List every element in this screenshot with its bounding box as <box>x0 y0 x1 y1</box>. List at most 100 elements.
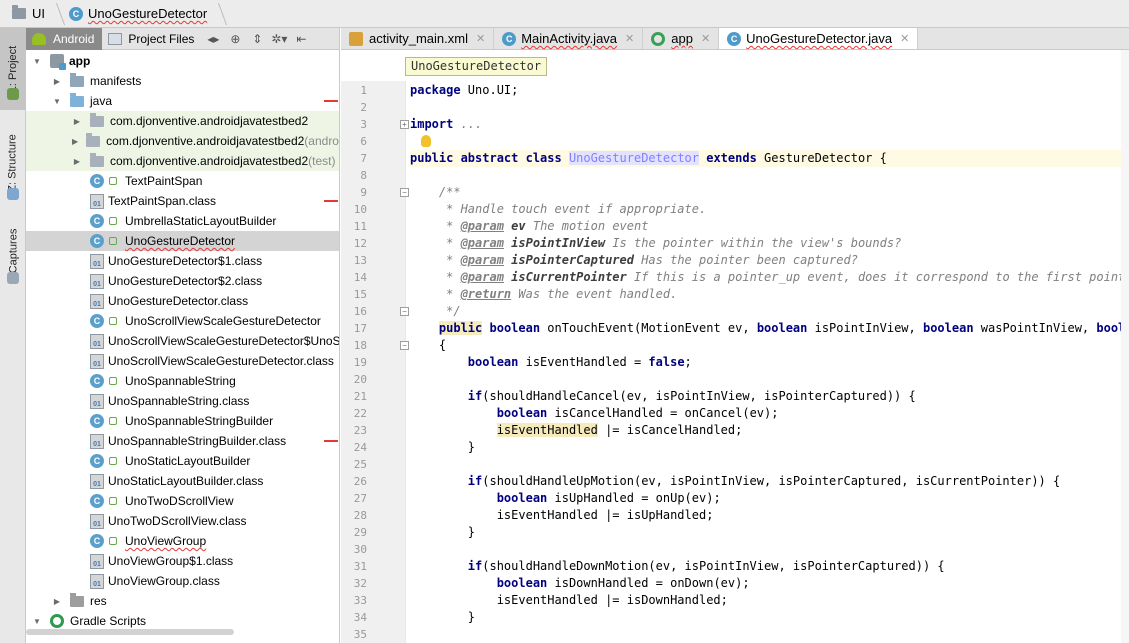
expanded-arrow-icon[interactable]: ▼ <box>32 617 42 626</box>
tree-item[interactable]: 01 UnoGestureDetector$2.class <box>26 271 339 291</box>
horizontal-scrollbar[interactable] <box>26 629 234 635</box>
code-token: isPointInView, <box>814 321 923 335</box>
code-line: package Uno.UI; <box>410 82 1129 99</box>
collapsed-arrow-icon[interactable]: ▶ <box>72 157 82 166</box>
tree-item-label: UmbrellaStaticLayoutBuilder <box>125 214 277 228</box>
code-token: If this is a pointer_up event, does it c… <box>633 270 1129 284</box>
tree-item[interactable]: ▶ manifests <box>26 71 339 91</box>
hide-panel-icon[interactable]: ⇤ <box>290 28 312 50</box>
fold-toggle-icon[interactable]: − <box>400 188 409 197</box>
line-number: 2 <box>360 101 367 114</box>
gear-icon[interactable]: ✲▾ <box>268 28 290 50</box>
tree-item-label: TextPaintSpan <box>125 174 203 188</box>
tree-item-label: UnoStaticLayoutBuilder.class <box>108 474 264 488</box>
code-token: import <box>410 117 461 131</box>
tree-item[interactable]: ▼ java <box>26 91 339 111</box>
line-number: 8 <box>360 169 367 182</box>
tree-item[interactable]: ▶ com.djonventive.androidjavatestbed2 (te… <box>26 151 339 171</box>
code-token: boolean <box>467 355 526 369</box>
tool-window-strip: 1: Project Z: Structure Captures <box>0 28 26 643</box>
tree-item[interactable]: 01 TextPaintSpan.class <box>26 191 339 211</box>
collapsed-arrow-icon[interactable]: ▶ <box>72 137 78 146</box>
scroll-from-source-icon[interactable]: ⊕ <box>224 28 246 50</box>
tree-item[interactable]: 01 UnoViewGroup$1.class <box>26 551 339 571</box>
line-number: 15 <box>353 288 367 301</box>
editor-tab[interactable]: activity_main.xml ✕ <box>341 28 495 49</box>
switch-view-arrows-icon[interactable]: ◂▸ <box>202 28 224 50</box>
tree-item[interactable]: 01 UnoGestureDetector.class <box>26 291 339 311</box>
tree-item[interactable]: ▶ res <box>26 591 339 611</box>
tree-item[interactable]: C TextPaintSpan <box>26 171 339 191</box>
tree-item[interactable]: ▼ Gradle Scripts <box>26 611 339 631</box>
class-name-popup: UnoGestureDetector <box>405 57 548 76</box>
line-number: 1 <box>360 84 367 97</box>
tree-item[interactable]: C UnoSpannableStringBuilder <box>26 411 339 431</box>
code-token: boolean <box>496 406 555 420</box>
fold-toggle-icon[interactable]: − <box>400 341 409 350</box>
editor-tab[interactable]: C UnoGestureDetector.java ✕ <box>719 28 919 49</box>
tree-item-label: UnoGestureDetector$1.class <box>108 254 263 268</box>
line-number: 33 <box>353 594 367 607</box>
structure-tool-window-label: Z: Structure <box>7 134 19 192</box>
tree-item[interactable]: C UnoStaticLayoutBuilder <box>26 451 339 471</box>
tree-item[interactable]: 01 UnoTwoDScrollView.class <box>26 511 339 531</box>
editor-tab[interactable]: C MainActivity.java ✕ <box>494 28 644 49</box>
intention-bulb-icon[interactable] <box>421 135 431 147</box>
tree-item[interactable]: 01 UnoGestureDetector$1.class <box>26 251 339 271</box>
code-token: isPointInView <box>503 236 606 250</box>
vertical-scrollbar[interactable] <box>1121 50 1129 643</box>
class-icon: C <box>90 534 104 548</box>
fold-toggle-icon[interactable]: − <box>400 307 409 316</box>
project-files-tab[interactable]: Project Files <box>102 28 202 50</box>
collapsed-arrow-icon[interactable]: ▶ <box>52 77 62 86</box>
tree-item[interactable]: C UnoTwoDScrollView <box>26 491 339 511</box>
breadcrumb-root[interactable]: UI <box>10 2 67 25</box>
code-token: package <box>410 83 468 97</box>
close-icon[interactable]: ✕ <box>625 32 634 45</box>
tree-item[interactable]: ▼ app <box>26 51 339 71</box>
line-number: 27 <box>353 492 367 505</box>
close-icon[interactable]: ✕ <box>900 32 909 45</box>
code-token: ; <box>684 355 692 369</box>
expanded-arrow-icon[interactable]: ▼ <box>32 57 42 66</box>
tree-item-label: UnoTwoDScrollView.class <box>108 514 247 528</box>
tree-item-label: UnoScrollViewScaleGestureDetector.class <box>108 354 334 368</box>
class-file-icon: 01 <box>90 273 104 289</box>
collapsed-arrow-icon[interactable]: ▶ <box>72 117 82 126</box>
project-tree: ▼ app ▶ manifests ▼ java ▶ com.djonventive.andr… <box>26 50 339 643</box>
android-view-tab[interactable]: Android <box>26 27 103 50</box>
tree-item[interactable]: 01 UnoStaticLayoutBuilder.class <box>26 471 339 491</box>
tree-item[interactable]: C UnoScrollViewScaleGestureDetector <box>26 311 339 331</box>
tree-item-label: app <box>69 54 91 68</box>
close-icon[interactable]: ✕ <box>476 32 485 45</box>
error-marker <box>324 440 338 442</box>
tree-item[interactable]: 01 UnoViewGroup.class <box>26 571 339 591</box>
tree-item[interactable]: ▶ com.djonventive.androidjavatestbed2 (an… <box>26 131 339 151</box>
collapsed-arrow-icon[interactable]: ▶ <box>52 597 62 606</box>
tree-item[interactable]: C UnoGestureDetector <box>26 231 339 251</box>
tree-item[interactable]: C UnoViewGroup <box>26 531 339 551</box>
close-icon[interactable]: ✕ <box>701 32 710 45</box>
tree-item[interactable]: C UmbrellaStaticLayoutBuilder <box>26 211 339 231</box>
code-token: |= isCancelHandled; <box>597 423 743 437</box>
tree-item[interactable]: 01 UnoSpannableStringBuilder.class <box>26 431 339 451</box>
tree-item[interactable]: 01 UnoScrollViewScaleGestureDetector.clas… <box>26 351 339 371</box>
tree-item[interactable]: 01 UnoScrollViewScaleGestureDetector$UnoS… <box>26 331 339 351</box>
source-folder-icon <box>70 92 84 107</box>
code-area[interactable]: package Uno.UI; import ... public abstract… <box>405 81 1129 643</box>
project-panel-toolbar: Android Project Files ◂▸ ⊕ ⇕ ✲▾ ⇤ <box>26 27 339 50</box>
tree-item[interactable]: ▶ com.djonventive.androidjavatestbed2 <box>26 111 339 131</box>
tree-item[interactable]: 01 UnoSpannableString.class <box>26 391 339 411</box>
expanded-arrow-icon[interactable]: ▼ <box>52 97 62 106</box>
collapse-all-icon[interactable]: ⇕ <box>246 28 268 50</box>
class-icon: C <box>90 174 104 188</box>
tree-item[interactable]: C UnoSpannableString <box>26 371 339 391</box>
breadcrumb-file[interactable]: C UnoGestureDetector <box>67 2 229 25</box>
code-token: Uno.UI; <box>467 83 519 97</box>
fold-toggle-icon[interactable]: + <box>400 120 409 129</box>
code-token: * <box>410 253 461 267</box>
editor-tab[interactable]: app ✕ <box>643 28 720 49</box>
